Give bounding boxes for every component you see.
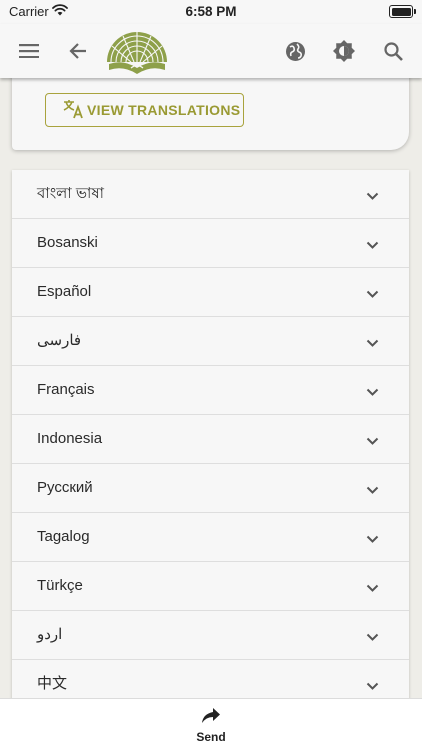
language-label: Русский	[37, 479, 93, 496]
language-row[interactable]: فارسی	[12, 317, 409, 366]
language-label: বাংলা ভাষা	[37, 185, 104, 202]
language-list: বাংলা ভাষা Bosanski Español فارسی Français In…	[12, 170, 409, 709]
language-row[interactable]: Türkçe	[12, 562, 409, 611]
status-bar: Carrier 6:58 PM	[0, 0, 422, 24]
chevron-down-icon[interactable]	[366, 286, 379, 304]
language-label: Bosanski	[37, 234, 98, 251]
language-row[interactable]: Indonesia	[12, 415, 409, 464]
chevron-down-icon[interactable]	[366, 482, 379, 500]
language-label: Indonesia	[37, 430, 103, 447]
chevron-down-icon[interactable]	[366, 531, 379, 549]
language-label: Español	[37, 283, 92, 300]
view-translations-button[interactable]: VIEW TRANSLATIONS	[45, 93, 244, 127]
brightness-icon[interactable]	[332, 39, 356, 63]
app-logo[interactable]	[101, 28, 173, 76]
status-time: 6:58 PM	[185, 4, 237, 19]
globe-icon[interactable]	[283, 39, 307, 63]
language-row[interactable]: Bosanski	[12, 219, 409, 268]
translate-icon	[63, 99, 87, 122]
chevron-down-icon[interactable]	[366, 188, 379, 206]
language-label: Français	[37, 381, 95, 398]
search-icon[interactable]	[381, 39, 405, 63]
chevron-down-icon[interactable]	[366, 629, 379, 647]
back-arrow-icon[interactable]	[66, 39, 90, 63]
chevron-down-icon[interactable]	[366, 580, 379, 598]
language-row[interactable]: اردو	[12, 611, 409, 660]
language-row[interactable]: Français	[12, 366, 409, 415]
send-button[interactable]: Send	[180, 707, 242, 747]
share-arrow-icon	[201, 708, 221, 728]
language-label: فارسی	[37, 332, 82, 349]
menu-icon[interactable]	[17, 39, 41, 63]
language-row[interactable]: Русский	[12, 464, 409, 513]
app-bar	[0, 24, 422, 78]
chevron-down-icon[interactable]	[366, 678, 379, 696]
language-row[interactable]: Español	[12, 268, 409, 317]
battery-icon	[389, 5, 416, 18]
language-label: Türkçe	[37, 577, 83, 594]
content-card: VIEW TRANSLATIONS	[12, 70, 409, 150]
chevron-down-icon[interactable]	[366, 237, 379, 255]
language-label: اردو	[37, 626, 63, 643]
view-translations-label: VIEW TRANSLATIONS	[87, 102, 241, 118]
language-label: Tagalog	[37, 528, 90, 545]
chevron-down-icon[interactable]	[366, 433, 379, 451]
language-row[interactable]: Tagalog	[12, 513, 409, 562]
send-label: Send	[196, 730, 226, 744]
chevron-down-icon[interactable]	[366, 384, 379, 402]
language-row[interactable]: বাংলা ভাষা	[12, 170, 409, 219]
bottom-bar: Send	[0, 698, 422, 751]
chevron-down-icon[interactable]	[366, 335, 379, 353]
